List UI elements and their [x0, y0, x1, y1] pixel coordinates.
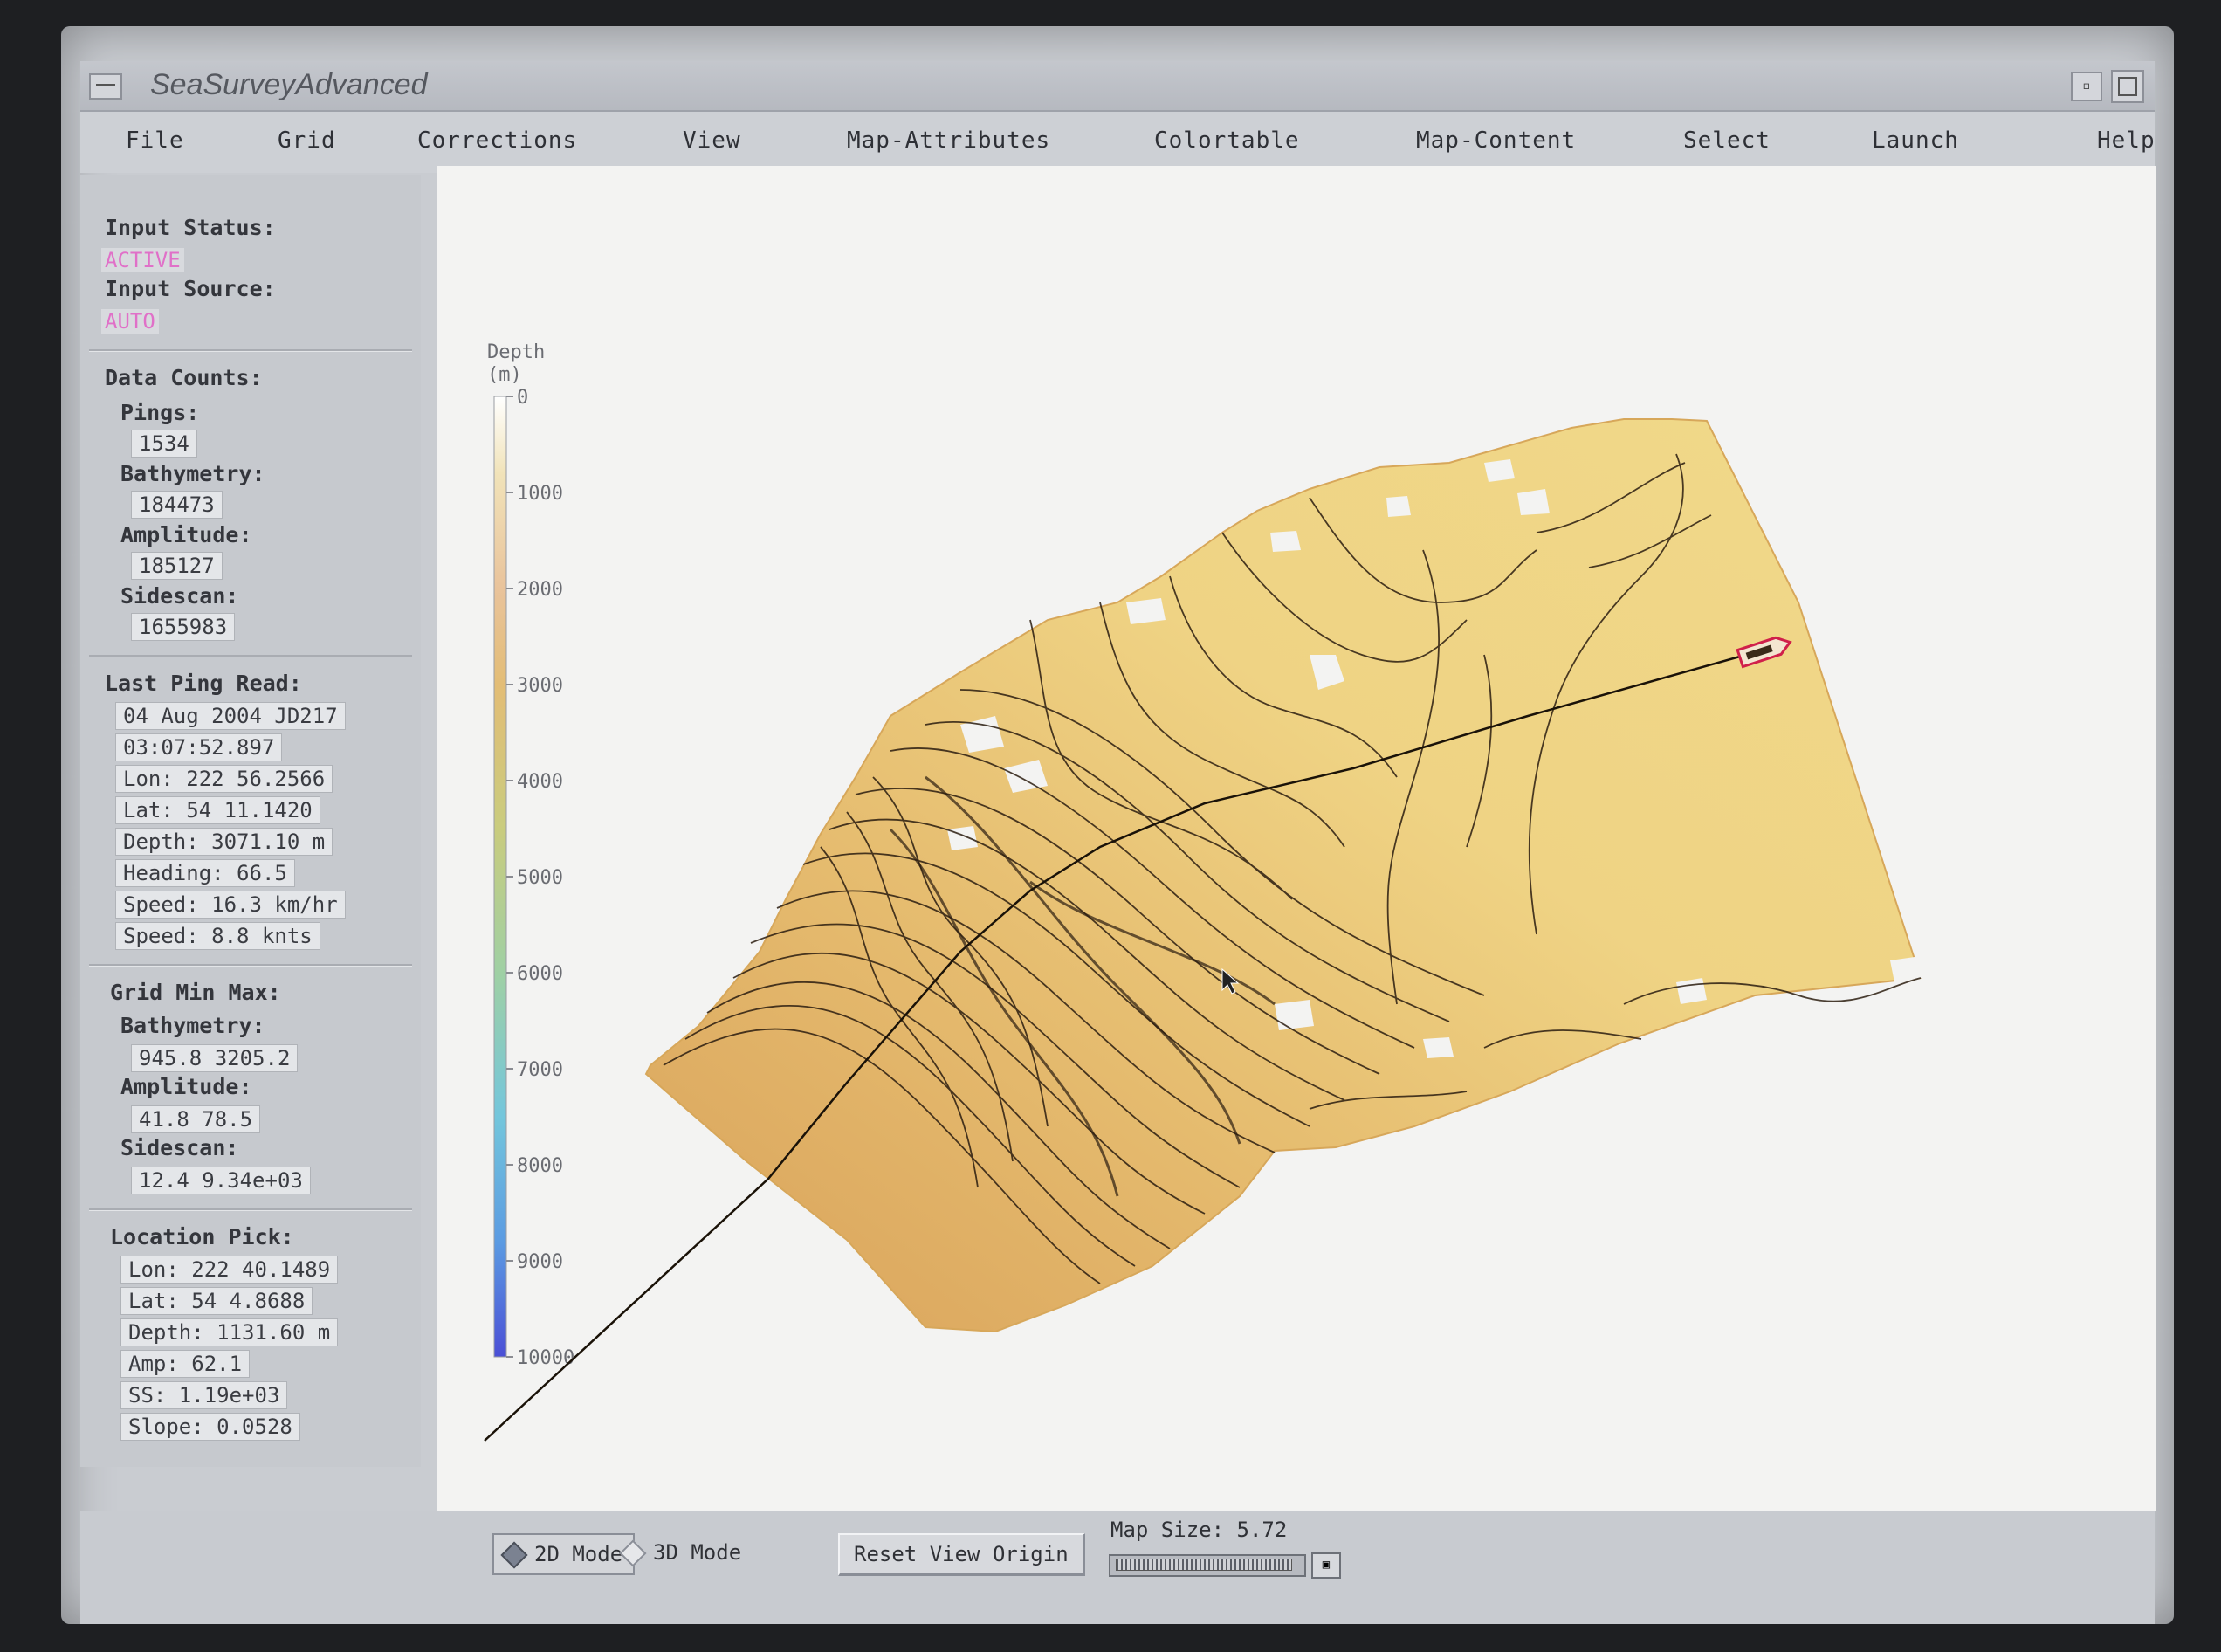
colorbar-tick-label: 4000	[517, 771, 563, 793]
colorbar-title: Depth	[487, 341, 545, 363]
sidescan-count-label: Sidescan:	[120, 583, 239, 609]
map-size-value: 5.72	[1236, 1518, 1288, 1542]
menu-map-attributes[interactable]: Map-Attributes	[847, 127, 1050, 154]
amplitude-count-label: Amplitude:	[120, 522, 252, 547]
bathymetry-count-label: Bathymetry:	[120, 461, 265, 486]
data-counts-title: Data Counts:	[105, 365, 263, 390]
location-pick-lon: Lon: 222 40.1489	[120, 1256, 339, 1284]
input-source-label: Input Source:	[105, 276, 276, 301]
separator	[89, 964, 412, 967]
grid-sidescan-value: 12.4 9.34e+03	[131, 1167, 311, 1194]
last-ping-date: 04 Aug 2004 JD217	[115, 702, 346, 730]
map-size-slider-fill[interactable]	[1116, 1559, 1292, 1571]
menu-select[interactable]: Select	[1683, 127, 1771, 154]
grid-amplitude-value: 41.8 78.5	[131, 1105, 261, 1133]
menu-help[interactable]: Help	[2097, 127, 2156, 154]
last-ping-time: 03:07:52.897	[115, 733, 283, 761]
last-ping-heading: Heading: 66.5	[115, 859, 295, 887]
location-pick-slope: Slope: 0.0528	[120, 1413, 300, 1441]
last-ping-depth: Depth: 3071.10 m	[115, 828, 333, 856]
menu-bar: File Grid Corrections View Map-Attribute…	[80, 112, 2155, 173]
menu-corrections[interactable]: Corrections	[417, 127, 577, 154]
input-source-value: AUTO	[101, 309, 159, 334]
mode-3d-label: 3D Mode	[653, 1540, 742, 1565]
map-size-label: Map Size:	[1110, 1518, 1225, 1542]
menu-grid[interactable]: Grid	[278, 127, 336, 154]
bathymetry-surface	[484, 418, 2034, 1442]
window-title: SeaSurveyAdvanced	[150, 68, 428, 101]
title-bar[interactable]: SeaSurveyAdvanced ▫	[80, 61, 2155, 112]
menu-colortable[interactable]: Colortable	[1154, 127, 1300, 154]
last-ping-lon: Lon: 222 56.2566	[115, 765, 333, 793]
menu-launch[interactable]: Launch	[1872, 127, 1959, 154]
input-status-label: Input Status:	[105, 215, 276, 240]
window-menu-button[interactable]	[89, 73, 122, 100]
map-size-readout: Map Size: 5.72	[1110, 1518, 1287, 1542]
status-panel: Input Status: ACTIVE Input Source: AUTO …	[80, 175, 421, 1467]
separator	[89, 655, 412, 657]
separator	[89, 1208, 412, 1211]
location-pick-ss: SS: 1.19e+03	[120, 1381, 288, 1409]
map-size-toggle-button[interactable]: ▣	[1311, 1552, 1341, 1579]
colorbar-tick-label: 5000	[517, 867, 563, 889]
location-pick-amp: Amp: 62.1	[120, 1350, 251, 1378]
bathymetry-map[interactable]: Depth (m) 0 1000 2000 3000 4000 5000 6000 7000 8…	[437, 166, 2156, 1511]
map-canvas[interactable]: Depth (m) 0 1000 2000 3000 4000 5000 6000 7000 8…	[437, 166, 2156, 1511]
last-ping-lat: Lat: 54 11.1420	[115, 796, 320, 824]
colorbar-scale	[493, 396, 507, 1358]
amplitude-count-value: 185127	[131, 552, 223, 580]
colorbar-tick-label: 6000	[517, 963, 563, 985]
location-pick-lat: Lat: 54 4.8688	[120, 1287, 313, 1315]
colorbar-tick-label: 7000	[517, 1059, 563, 1081]
menu-view[interactable]: View	[683, 127, 741, 154]
reset-view-origin-button[interactable]: Reset View Origin	[838, 1533, 1085, 1576]
survey-swath	[644, 418, 1922, 1333]
maximize-button[interactable]	[2111, 70, 2144, 103]
last-ping-speed-knts: Speed: 8.8 knts	[115, 922, 320, 950]
input-status-value: ACTIVE	[101, 248, 184, 272]
grid-bathymetry-label: Bathymetry:	[120, 1013, 265, 1038]
radio-unselected-icon	[619, 1539, 647, 1567]
colorbar-tick-label: 8000	[517, 1155, 563, 1177]
pings-value: 1534	[131, 430, 197, 458]
bottom-toolbar: 2D Mode 3D Mode Reset View Origin Map Si…	[80, 1511, 2155, 1624]
colorbar-unit: (m)	[487, 364, 522, 386]
sidescan-count-value: 1655983	[131, 613, 236, 641]
application-window: SeaSurveyAdvanced ▫ File Grid Correction…	[61, 26, 2174, 1624]
menu-file[interactable]: File	[126, 127, 184, 154]
colorbar-tick-label: 1000	[517, 483, 563, 505]
separator	[89, 349, 412, 352]
mode-2d-label: 2D Mode	[534, 1542, 623, 1566]
grid-sidescan-label: Sidescan:	[120, 1135, 239, 1160]
colorbar-tick-label: 2000	[517, 579, 563, 601]
last-ping-speed-kmh: Speed: 16.3 km/hr	[115, 891, 346, 919]
mode-3d-option[interactable]: 3D Mode	[613, 1533, 752, 1572]
map-size-slider[interactable]	[1109, 1554, 1306, 1577]
last-ping-title: Last Ping Read:	[105, 671, 302, 696]
location-pick-depth: Depth: 1131.60 m	[120, 1318, 339, 1346]
grid-min-max-title: Grid Min Max:	[110, 980, 281, 1005]
colorbar-ticks: 0100020003000400050006000700080009000100…	[506, 387, 574, 1369]
radio-selected-icon	[500, 1541, 528, 1569]
colorbar-tick-label: 9000	[517, 1251, 563, 1273]
location-pick-title: Location Pick:	[110, 1224, 294, 1249]
menu-map-content[interactable]: Map-Content	[1416, 127, 1576, 154]
pings-label: Pings:	[120, 400, 200, 425]
grid-bathymetry-value: 945.8 3205.2	[131, 1044, 299, 1072]
colorbar-tick-label: 0	[517, 387, 528, 409]
bathymetry-count-value: 184473	[131, 491, 223, 519]
minimize-button[interactable]: ▫	[2071, 72, 2102, 101]
colorbar-tick-label: 3000	[517, 675, 563, 697]
grid-amplitude-label: Amplitude:	[120, 1074, 252, 1099]
